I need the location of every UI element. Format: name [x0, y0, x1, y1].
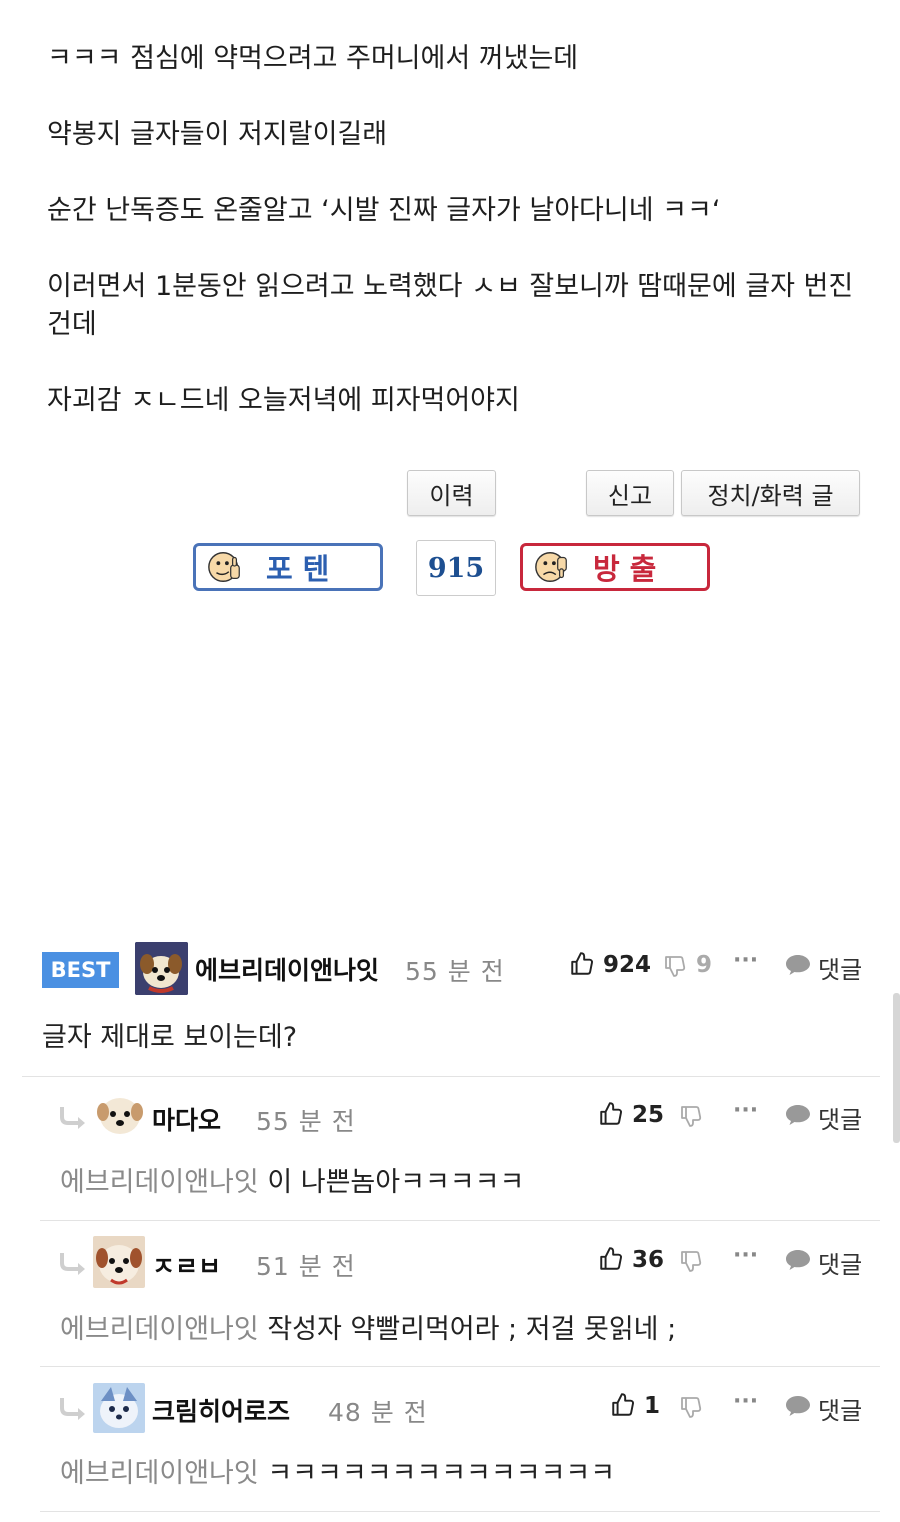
best-badge: BEST — [42, 952, 119, 988]
reply-bubble-icon — [786, 955, 810, 975]
comment-nickname[interactable]: 에브리데이앤나잇 — [195, 951, 379, 987]
comment-divider — [40, 1511, 880, 1512]
reply-arrow-icon — [60, 1253, 85, 1275]
reply-bubble-icon — [786, 1105, 810, 1125]
hero-avatar-icon — [93, 1383, 145, 1433]
reply-arrow-icon — [60, 1398, 85, 1420]
puppy-avatar-icon — [95, 1092, 145, 1138]
comment-nickname[interactable]: 크림히어로즈 — [152, 1392, 290, 1428]
avatar[interactable] — [93, 1383, 145, 1433]
post-paragraph: 약봉지 글자들이 저지랄이길래 — [47, 119, 388, 150]
comment-text: 글자 제대로 보이는데? — [42, 1022, 298, 1053]
comment-text: 에브리데이앤나잇 이 나쁜놈아ㅋㅋㅋㅋㅋ — [60, 1160, 524, 1199]
like-count: 1 — [644, 1393, 661, 1419]
reply-arrow-icon — [60, 1107, 85, 1129]
more-options-button[interactable]: ··· — [733, 948, 758, 973]
reply-bubble-icon — [786, 1250, 810, 1270]
vote-count: 915 — [416, 540, 496, 596]
like-icon[interactable] — [598, 1246, 624, 1272]
like-count: 924 — [603, 952, 652, 978]
reply-button[interactable]: 댓글 — [818, 1391, 862, 1426]
comment-divider — [40, 1366, 880, 1367]
more-options-button[interactable]: ··· — [733, 1098, 758, 1123]
thumbs-up-face-icon — [208, 552, 240, 582]
dislike-icon[interactable] — [679, 1104, 703, 1128]
reply-bubble-icon — [786, 1396, 810, 1416]
downvote-label: 방출 — [593, 552, 667, 586]
reply-button[interactable]: 댓글 — [818, 1100, 862, 1135]
dog-avatar-icon — [135, 942, 188, 995]
like-icon[interactable] — [610, 1392, 636, 1418]
downvote-button[interactable]: 방출 — [520, 543, 710, 591]
reply-button[interactable]: 댓글 — [818, 950, 862, 985]
post-paragraph: 순간 난독증도 온줄알고 ‘시발 진짜 글자가 날아다니네 ㅋㅋ‘ — [47, 195, 721, 226]
comment-text: 에브리데이앤나잇 작성자 약빨리먹어라 ; 저걸 못읽네 ; — [60, 1307, 676, 1346]
post-paragraph: 자괴감 ㅈㄴ드네 오늘저녁에 피자먹어야지 — [47, 385, 520, 416]
comment-text: 에브리데이앤나잇 ㅋㅋㅋㅋㅋㅋㅋㅋㅋㅋㅋㅋㅋㅋ — [60, 1451, 615, 1490]
mention-nickname[interactable]: 에브리데이앤나잇 — [60, 1167, 259, 1198]
avatar[interactable] — [135, 942, 188, 995]
comment-nickname[interactable]: 마다오 — [152, 1101, 221, 1137]
comment-divider — [22, 1076, 880, 1077]
history-button[interactable]: 이력 — [407, 470, 496, 516]
dislike-icon[interactable] — [663, 954, 687, 978]
comment-time: 48 분 전 — [328, 1398, 428, 1427]
more-options-button[interactable]: ··· — [733, 1243, 758, 1268]
comment-time: 55 분 전 — [405, 957, 505, 986]
mention-nickname[interactable]: 에브리데이앤나잇 — [60, 1314, 259, 1345]
avatar[interactable] — [93, 1236, 145, 1288]
comment-body: 이 나쁜놈아ㅋㅋㅋㅋㅋ — [267, 1167, 525, 1198]
comment-time: 51 분 전 — [256, 1252, 356, 1281]
comment-body: ㅋㅋㅋㅋㅋㅋㅋㅋㅋㅋㅋㅋㅋㅋ — [267, 1458, 616, 1489]
post-paragraph: 이러면서 1분동안 읽으려고 노력했다 ㅅㅂ 잘보니까 땀때문에 글자 번진건데 — [47, 271, 854, 340]
politics-report-button[interactable]: 정치/화력 글 — [681, 470, 860, 516]
more-options-button[interactable]: ··· — [733, 1389, 758, 1414]
reply-button[interactable]: 댓글 — [818, 1245, 862, 1280]
thumbs-down-face-icon — [535, 552, 567, 582]
dislike-icon[interactable] — [679, 1249, 703, 1273]
comment-divider — [40, 1220, 880, 1221]
dislike-count: 9 — [696, 952, 713, 978]
like-icon[interactable] — [569, 951, 595, 977]
report-button[interactable]: 신고 — [586, 470, 674, 516]
like-count: 25 — [632, 1102, 665, 1128]
upvote-label: 포텐 — [266, 552, 340, 586]
upvote-button[interactable]: 포텐 — [193, 543, 383, 591]
post-paragraph: ㅋㅋㅋ 점심에 약먹으려고 주머니에서 꺼냈는데 — [47, 43, 579, 74]
mention-nickname[interactable]: 에브리데이앤나잇 — [60, 1458, 259, 1489]
comment-body: 작성자 약빨리먹어라 ; 저걸 못읽네 ; — [267, 1314, 677, 1345]
puppy-avatar-icon — [93, 1236, 145, 1288]
avatar[interactable] — [95, 1092, 145, 1138]
dislike-icon[interactable] — [679, 1395, 703, 1419]
scrollbar[interactable] — [893, 993, 900, 1143]
like-count: 36 — [632, 1247, 665, 1273]
like-icon[interactable] — [598, 1101, 624, 1127]
comment-nickname[interactable]: ㅈㄹㅂ — [152, 1247, 221, 1283]
comment-time: 55 분 전 — [256, 1107, 356, 1136]
